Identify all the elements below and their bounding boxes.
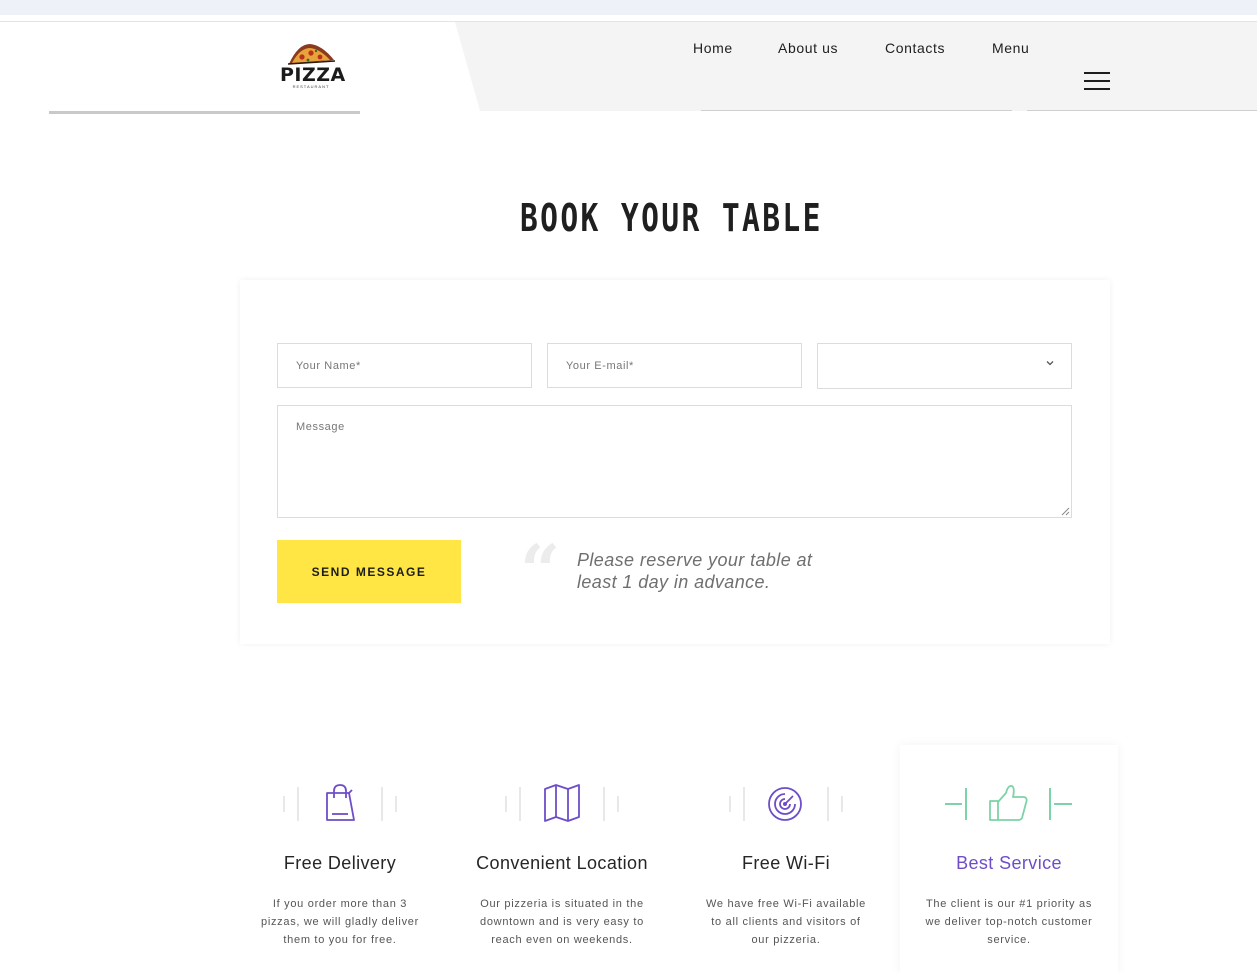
site-header: PIZZA RESTAURANT Home About us Contacts … (0, 22, 1257, 114)
feature-title: Convenient Location (476, 853, 648, 873)
feature-best-service: Best Service The client is our #1 priori… (900, 745, 1118, 973)
nav-about-us[interactable]: About us (778, 40, 838, 56)
email-input[interactable] (547, 343, 802, 388)
chevron-down-icon (1045, 358, 1055, 371)
name-input[interactable] (277, 343, 532, 388)
booking-select[interactable] (817, 343, 1072, 389)
feature-description: We have free Wi-Fi available to all clie… (705, 898, 866, 946)
nav-underline (701, 110, 1012, 111)
feature-title: Free Delivery (283, 853, 397, 873)
wifi-radar-icon (729, 787, 843, 821)
nav-contacts[interactable]: Contacts (885, 40, 945, 56)
hamburger-line (1084, 72, 1110, 74)
feature-description: The client is our #1 priority as we deli… (925, 898, 1093, 946)
shopping-bag-icon (283, 784, 397, 821)
logo-subtitle: RESTAURANT (292, 84, 330, 89)
nav-underline (1027, 110, 1257, 111)
hamburger-line (1084, 80, 1110, 82)
logo-underline (49, 111, 360, 114)
section-title: BOOK YOUR TABLE (519, 196, 823, 240)
nav-home[interactable]: Home (693, 40, 733, 56)
hamburger-icon[interactable] (1084, 72, 1110, 92)
quote-icon: “ (520, 529, 561, 612)
feature-convenient-location: Convenient Location Our pizzeria is situ… (453, 745, 671, 973)
reservation-note: Please reserve your table at least 1 day… (577, 550, 813, 592)
map-icon (505, 784, 619, 822)
send-message-button[interactable]: SEND MESSAGE (277, 540, 461, 603)
feature-title: Best Service (956, 853, 1062, 873)
top-strip (0, 0, 1257, 15)
pizza-logo[interactable]: PIZZA RESTAURANT (280, 42, 346, 92)
header-logo-panel (0, 22, 480, 111)
feature-description: If you order more than 3 pizzas, we will… (261, 898, 419, 946)
feature-free-delivery: Free Delivery If you order more than 3 p… (231, 745, 449, 973)
nav-menu[interactable]: Menu (992, 40, 1029, 56)
resize-grip-icon[interactable] (1061, 507, 1070, 516)
hamburger-line (1084, 88, 1110, 90)
feature-description: Our pizzeria is situated in the downtown… (480, 898, 644, 946)
feature-free-wifi: Free Wi-Fi We have free Wi-Fi available … (677, 745, 895, 973)
pizza-slice-icon (287, 44, 336, 65)
thumbs-up-icon (945, 784, 1072, 821)
feature-title: Free Wi-Fi (742, 853, 830, 873)
logo-word: PIZZA (280, 64, 346, 86)
message-textarea[interactable] (277, 405, 1072, 518)
